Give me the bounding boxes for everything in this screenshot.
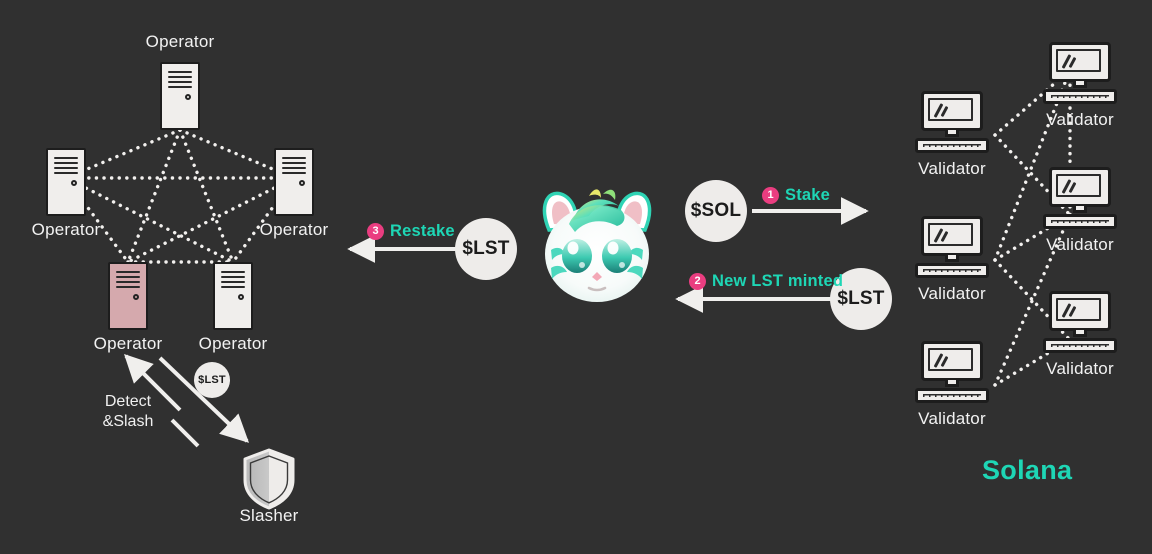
validator-computer-icon (1043, 167, 1117, 229)
slash-line: &Slash (102, 413, 154, 430)
validator-label: Validator (918, 284, 986, 303)
step-badge-3: 3 (367, 223, 384, 240)
step-3-restake: 3 Restake (367, 222, 455, 241)
detect-line: Detect (104, 393, 152, 410)
token-lst-restake[interactable]: $LST (455, 218, 517, 280)
validator-computer-icon (1043, 42, 1117, 104)
validator-label: Validator (918, 159, 986, 178)
server-icon (46, 148, 86, 216)
validator-label: Validator (1046, 110, 1114, 129)
token-lst-slash[interactable]: $LST (194, 362, 230, 398)
server-icon (160, 62, 200, 130)
validator-computer-icon (1043, 291, 1117, 353)
operator-label: Operator (198, 334, 268, 353)
step-badge-1: 1 (762, 187, 779, 204)
validator-label: Validator (918, 409, 986, 428)
operator-label: Operator (145, 32, 215, 51)
server-icon-highlighted (108, 262, 148, 330)
detect-slash-label: Detect &Slash (103, 392, 154, 432)
arrow-slash-diag (235, 312, 247, 442)
validator-label: Validator (1046, 359, 1114, 378)
step-2-new-lst-minted: 2 New LST minted (689, 272, 843, 291)
step-1-stake: 1 Stake (762, 186, 830, 205)
operator-label: Operator (93, 334, 163, 353)
server-icon (213, 262, 253, 330)
mascot-avatar (542, 189, 652, 302)
operator-label: Operator (31, 220, 101, 239)
shield-icon (243, 448, 295, 510)
server-icon (274, 148, 314, 216)
token-sol[interactable]: $SOL (685, 180, 747, 242)
diagram-canvas: Operator Operator Operator Operator Oper… (0, 0, 1152, 554)
slasher-label: Slasher (239, 506, 299, 525)
step-label-1: Stake (785, 186, 831, 204)
validator-computer-icon (915, 341, 989, 403)
solana-brand-label: Solana (982, 455, 1073, 485)
validator-computer-icon (915, 216, 989, 278)
arrow-slash-visible (160, 390, 245, 440)
validator-label: Validator (1046, 235, 1114, 254)
operator-mesh (64, 128, 296, 264)
validator-computer-icon (915, 91, 989, 153)
step-label-2: New LST minted (712, 272, 844, 290)
operator-label: Operator (259, 220, 329, 239)
dashed-tick-1 (170, 418, 200, 448)
step-badge-2: 2 (689, 273, 706, 290)
step-label-3: Restake (390, 222, 455, 240)
